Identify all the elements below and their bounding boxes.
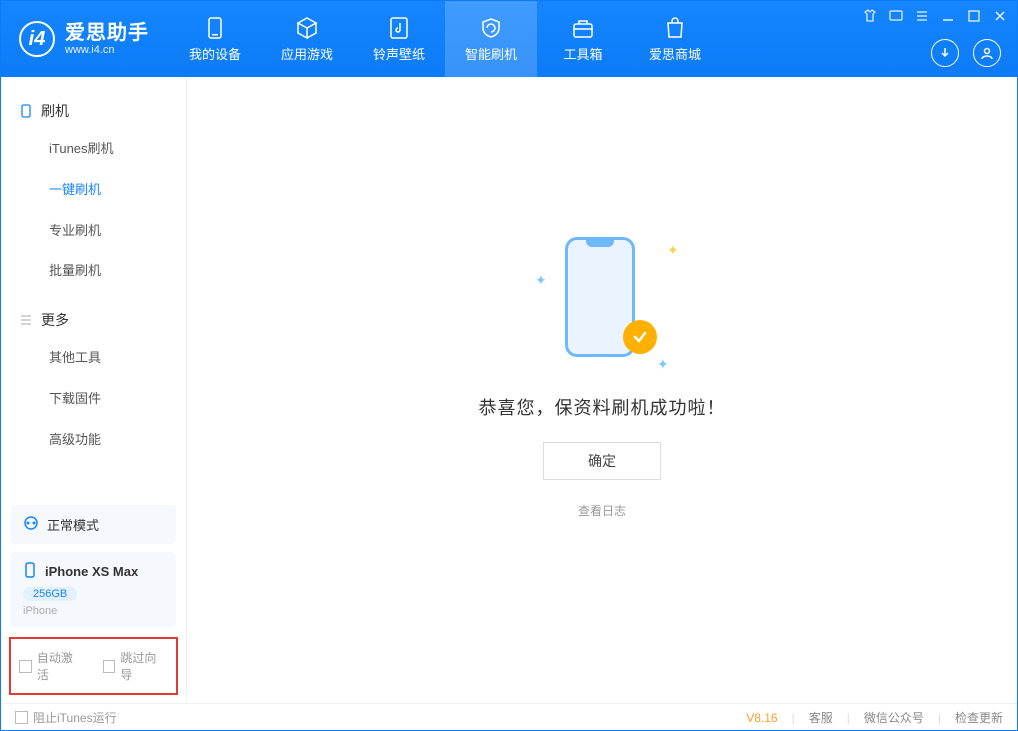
download-icon[interactable]	[931, 39, 959, 67]
window-controls	[861, 7, 1009, 25]
ok-button[interactable]: 确定	[543, 442, 661, 480]
maximize-icon[interactable]	[965, 7, 983, 25]
device-phone-icon	[23, 562, 37, 581]
tab-store[interactable]: 爱思商城	[629, 1, 721, 77]
options-highlight-box: 自动激活 跳过向导	[9, 637, 178, 695]
sidebar-item-advanced[interactable]: 高级功能	[1, 420, 186, 461]
version-label: V8.16	[746, 711, 777, 725]
user-icon[interactable]	[973, 39, 1001, 67]
main-content: ✦ ✦ ✦ 恭喜您，保资料刷机成功啦！ 确定 查看日志	[187, 77, 1017, 703]
app-subtitle: www.i4.cn	[65, 44, 149, 56]
device-icon	[203, 16, 227, 40]
device-mode-label: 正常模式	[47, 515, 99, 534]
minimize-icon[interactable]	[939, 7, 957, 25]
tshirt-icon[interactable]	[861, 7, 879, 25]
footer: 阻止iTunes运行 V8.16 | 客服 | 微信公众号 | 检查更新	[1, 703, 1017, 731]
device-storage-badge: 256GB	[23, 587, 77, 601]
device-type: iPhone	[23, 605, 164, 617]
success-message: 恭喜您，保资料刷机成功啦！	[479, 394, 726, 420]
main-tabs: 我的设备 应用游戏 铃声壁纸 智能刷机 工具箱 爱思商城	[169, 1, 721, 77]
device-card[interactable]: iPhone XS Max 256GB iPhone	[11, 552, 176, 627]
close-icon[interactable]	[991, 7, 1009, 25]
sidebar-item-pro-flash[interactable]: 专业刷机	[1, 211, 186, 252]
toolbox-icon	[571, 16, 595, 40]
list-icon	[19, 313, 33, 327]
checkbox-block-itunes[interactable]: 阻止iTunes运行	[15, 709, 117, 726]
tab-smart-flash[interactable]: 智能刷机	[445, 1, 537, 77]
sidebar-item-batch-flash[interactable]: 批量刷机	[1, 251, 186, 292]
footer-link-update[interactable]: 检查更新	[955, 709, 1003, 726]
sidebar-section-flash: 刷机	[1, 93, 186, 129]
mode-icon	[23, 515, 39, 534]
music-file-icon	[387, 16, 411, 40]
footer-link-wechat[interactable]: 微信公众号	[864, 709, 924, 726]
device-name: iPhone XS Max	[45, 564, 138, 579]
sidebar-item-itunes-flash[interactable]: iTunes刷机	[1, 129, 186, 170]
phone-small-icon	[19, 104, 33, 118]
tab-my-device[interactable]: 我的设备	[169, 1, 261, 77]
success-illustration: ✦ ✦ ✦	[527, 222, 677, 372]
success-check-icon	[623, 320, 657, 354]
device-mode-card[interactable]: 正常模式	[11, 505, 176, 544]
logo-icon: i4	[19, 21, 55, 57]
sidebar: 刷机 iTunes刷机 一键刷机 专业刷机 批量刷机 更多 其他工具 下载固件 …	[1, 77, 187, 703]
header: i4 爱思助手 www.i4.cn 我的设备 应用游戏 铃声壁纸 智能刷机 工具…	[1, 1, 1017, 77]
view-log-link[interactable]: 查看日志	[578, 502, 626, 519]
menu-icon[interactable]	[913, 7, 931, 25]
sparkle-icon: ✦	[667, 242, 677, 252]
cube-icon	[295, 16, 319, 40]
header-action-icons	[931, 39, 1001, 67]
tab-apps-games[interactable]: 应用游戏	[261, 1, 353, 77]
footer-link-support[interactable]: 客服	[809, 709, 833, 726]
tab-ringtone-wallpaper[interactable]: 铃声壁纸	[353, 1, 445, 77]
checkbox-skip-guide[interactable]: 跳过向导	[103, 649, 169, 683]
feedback-icon[interactable]	[887, 7, 905, 25]
sparkle-icon: ✦	[535, 272, 545, 282]
tab-toolbox[interactable]: 工具箱	[537, 1, 629, 77]
sidebar-item-download-firmware[interactable]: 下载固件	[1, 379, 186, 420]
sidebar-section-more: 更多	[1, 302, 186, 338]
sidebar-item-other-tools[interactable]: 其他工具	[1, 338, 186, 379]
sidebar-item-oneclick-flash[interactable]: 一键刷机	[1, 170, 186, 211]
app-title: 爱思助手	[65, 22, 149, 44]
checkbox-auto-activate[interactable]: 自动激活	[19, 649, 85, 683]
sparkle-icon: ✦	[657, 356, 667, 366]
logo-area: i4 爱思助手 www.i4.cn	[1, 1, 169, 77]
bag-icon	[663, 16, 687, 40]
refresh-shield-icon	[479, 16, 503, 40]
